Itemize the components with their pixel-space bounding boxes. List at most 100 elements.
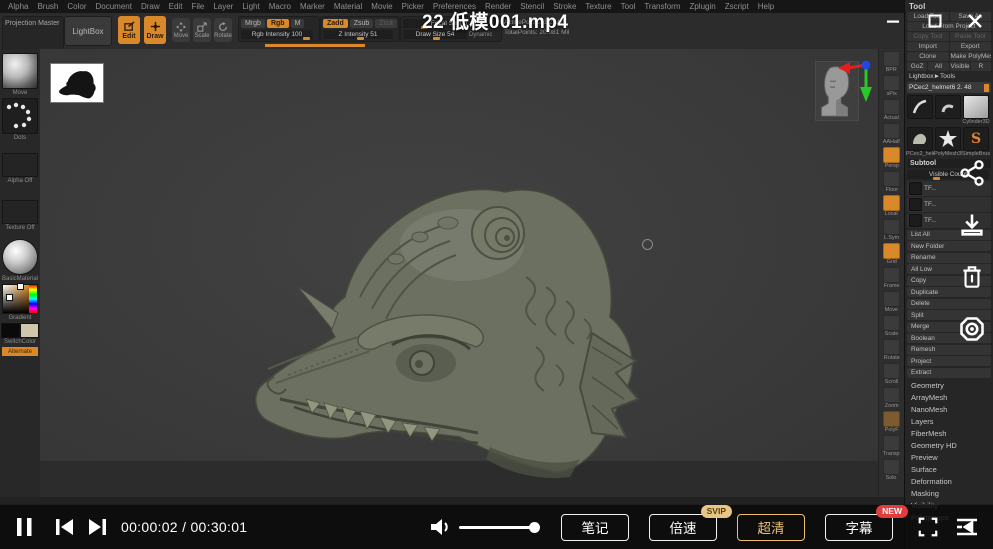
tool-thumb-polymesh[interactable]: PolyMesh3D — [935, 127, 961, 157]
material-thumbnail[interactable] — [2, 239, 38, 275]
menu-item-marker[interactable]: Marker — [300, 2, 325, 11]
tool-section-geometry-hd[interactable]: Geometry HD — [907, 439, 991, 451]
rightshelf-transp[interactable]: Transp — [882, 435, 900, 457]
menu-item-edit[interactable]: Edit — [169, 2, 183, 11]
tool-button-visible[interactable]: Visible — [950, 62, 970, 71]
rgb-intensity-slider[interactable]: Rgb Intensity 100 — [241, 30, 313, 39]
close-button[interactable] — [962, 10, 988, 32]
menu-item-draw[interactable]: Draw — [141, 2, 160, 11]
zsub-toggle[interactable]: Zsub — [350, 19, 374, 28]
menu-item-material[interactable]: Material — [334, 2, 362, 11]
rotate-gyro-button[interactable]: Rotate — [214, 18, 232, 42]
tool-action-project[interactable]: Project — [907, 356, 991, 366]
menu-item-movie[interactable]: Movie — [371, 2, 392, 11]
menu-item-zplugin[interactable]: Zplugin — [689, 2, 715, 11]
rightshelf-persp[interactable]: Persp — [883, 147, 900, 169]
alternate-button[interactable]: Alternate — [2, 347, 38, 356]
menu-item-document[interactable]: Document — [96, 2, 132, 11]
notes-button[interactable]: 笔记 — [561, 514, 629, 541]
zcut-toggle[interactable]: Zcut — [375, 19, 397, 28]
minimize-button[interactable] — [880, 10, 906, 32]
menu-item-color[interactable]: Color — [67, 2, 86, 11]
fullscreen-button[interactable] — [917, 516, 939, 538]
speed-button[interactable]: 倍速 SVIP — [649, 514, 717, 541]
tool-button-clone[interactable]: Clone — [907, 52, 949, 61]
alpha-thumbnail[interactable] — [2, 153, 38, 177]
delete-button[interactable] — [957, 262, 987, 292]
texture-thumbnail[interactable] — [2, 200, 38, 224]
rgb-toggle[interactable]: Rgb — [267, 19, 289, 28]
mrgb-toggle[interactable]: Mrgb — [241, 19, 265, 28]
menu-item-tool[interactable]: Tool — [621, 2, 636, 11]
tool-button-export[interactable]: Export — [950, 42, 992, 51]
secondary-color-swatch[interactable] — [20, 323, 39, 338]
tool-button-r[interactable]: R — [971, 62, 991, 71]
menu-item-brush[interactable]: Brush — [37, 2, 58, 11]
tool-section-deformation[interactable]: Deformation — [907, 475, 991, 487]
tool-button-copy-tool[interactable]: Copy Tool — [907, 32, 949, 41]
menu-item-alpha[interactable]: Alpha — [8, 2, 28, 11]
rightshelf-move[interactable]: Move — [883, 291, 900, 313]
rightshelf-scale[interactable]: Scale — [883, 315, 900, 337]
rightshelf-grid[interactable]: Grid — [883, 243, 900, 265]
edit-button[interactable]: Edit — [118, 16, 140, 44]
rightshelf-bpr[interactable]: BPR — [883, 51, 900, 73]
pause-button[interactable] — [16, 517, 33, 537]
tool-thumb-brush1[interactable] — [907, 95, 933, 125]
zbrush-canvas[interactable] — [40, 49, 878, 497]
rightshelf-frame[interactable]: Frame — [883, 267, 900, 289]
projection-master-button[interactable]: Projection Master — [2, 16, 64, 52]
rightshelf-rotate[interactable]: Rotate — [883, 339, 901, 361]
tool-thumb-helmet[interactable]: PCec2_helmet — [907, 127, 933, 157]
zadd-toggle[interactable]: Zadd — [323, 19, 348, 28]
rightshelf-polyf[interactable]: PolyF — [883, 411, 900, 433]
rightshelf-solo[interactable]: Solo — [883, 459, 900, 481]
rightshelf-scroll[interactable]: Scroll — [883, 363, 900, 385]
menu-item-light[interactable]: Light — [242, 2, 259, 11]
tool-section-layers[interactable]: Layers — [907, 415, 991, 427]
menu-item-file[interactable]: File — [191, 2, 204, 11]
rightshelf-l-sym[interactable]: L.Sym — [883, 219, 900, 241]
volume-slider[interactable] — [459, 526, 535, 529]
lightbox-tools-row[interactable]: Lightbox►Tools — [907, 72, 991, 81]
menu-item-macro[interactable]: Macro — [269, 2, 291, 11]
move-gyro-button[interactable]: Move — [172, 18, 190, 42]
color-picker[interactable] — [2, 284, 38, 314]
tool-section-nanomesh[interactable]: NanoMesh — [907, 403, 991, 415]
volume-button[interactable] — [429, 517, 451, 537]
rightshelf-aahalf[interactable]: AAHalf — [882, 123, 901, 145]
menu-item-picker[interactable]: Picker — [402, 2, 424, 11]
z-intensity-slider[interactable]: Z Intensity 51 — [323, 30, 393, 39]
scale-gyro-button[interactable]: Scale — [193, 18, 211, 42]
menu-item-zscript[interactable]: Zscript — [725, 2, 749, 11]
current-brush-thumbnail[interactable] — [2, 53, 38, 89]
tool-section-surface[interactable]: Surface — [907, 463, 991, 475]
menu-item-layer[interactable]: Layer — [213, 2, 233, 11]
lightbox-button[interactable]: LightBox — [64, 16, 112, 46]
volume-knob[interactable] — [529, 522, 540, 533]
tool-button-paste-tool[interactable]: Paste Tool — [950, 32, 992, 41]
rightshelf-spix[interactable]: sPix — [883, 75, 900, 97]
rightshelf-actual[interactable]: Actual — [883, 99, 900, 121]
share-button[interactable] — [957, 158, 987, 188]
m-toggle[interactable]: M — [291, 19, 305, 28]
download-button[interactable] — [957, 210, 987, 240]
playlist-button[interactable] — [955, 517, 979, 537]
tool-section-geometry[interactable]: Geometry — [907, 379, 991, 391]
sculpture-3d-model[interactable] — [240, 137, 640, 487]
tool-button-import[interactable]: Import — [907, 42, 949, 51]
quality-button[interactable]: 超清 — [737, 514, 805, 541]
menu-item-help[interactable]: Help — [758, 2, 774, 11]
maximize-button[interactable] — [922, 10, 948, 32]
tool-thumb-brush2[interactable] — [935, 95, 961, 125]
next-button[interactable] — [87, 518, 107, 536]
tool-thumb-cylinder[interactable]: Cylinder3D — [963, 95, 989, 125]
rightshelf-floor[interactable]: Floor — [883, 171, 900, 193]
rightshelf-local[interactable]: Local — [883, 195, 900, 217]
main-color-swatch[interactable] — [1, 323, 20, 338]
tool-section-masking[interactable]: Masking — [907, 487, 991, 499]
hue-strip[interactable] — [29, 285, 37, 313]
draw-button[interactable]: Draw — [144, 16, 166, 44]
tool-button-make-polymesh3d[interactable]: Make PolyMesh3D — [950, 52, 992, 61]
tool-button-goz[interactable]: GoZ — [907, 62, 927, 71]
